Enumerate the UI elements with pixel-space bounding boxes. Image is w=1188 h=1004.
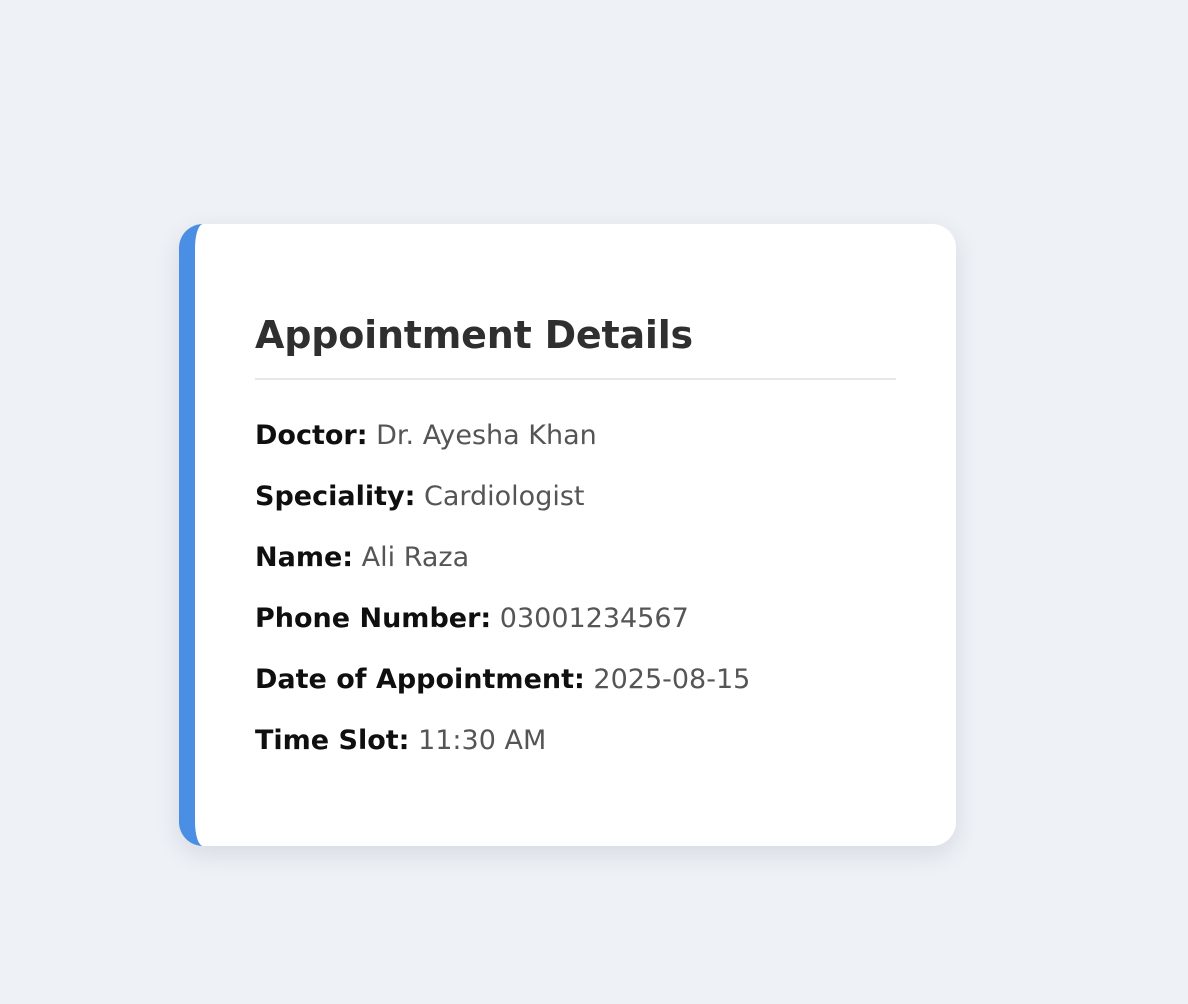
appointment-details-card: Appointment Details Doctor: Dr. Ayesha K… — [179, 224, 956, 846]
detail-label: Name: — [255, 542, 354, 573]
detail-value: 11:30 AM — [418, 725, 547, 756]
detail-label: Date of Appointment: — [255, 664, 585, 695]
detail-value: Dr. Ayesha Khan — [376, 420, 597, 451]
detail-label: Speciality: — [255, 481, 416, 512]
detail-label: Doctor: — [255, 420, 368, 451]
detail-row-phone: Phone Number: 03001234567 — [255, 605, 896, 666]
detail-value: 03001234567 — [499, 603, 689, 634]
detail-row-date: Date of Appointment: 2025-08-15 — [255, 666, 896, 727]
detail-row-doctor: Doctor: Dr. Ayesha Khan — [255, 422, 896, 483]
details-list: Doctor: Dr. Ayesha Khan Speciality: Card… — [255, 422, 896, 788]
detail-value: 2025-08-15 — [593, 664, 751, 695]
detail-label: Time Slot: — [255, 725, 410, 756]
detail-label: Phone Number: — [255, 603, 492, 634]
detail-row-name: Name: Ali Raza — [255, 544, 896, 605]
detail-value: Cardiologist — [423, 481, 585, 512]
detail-row-speciality: Speciality: Cardiologist — [255, 483, 896, 544]
detail-row-time-slot: Time Slot: 11:30 AM — [255, 727, 896, 788]
card-title: Appointment Details — [255, 316, 896, 380]
detail-value: Ali Raza — [361, 542, 470, 573]
